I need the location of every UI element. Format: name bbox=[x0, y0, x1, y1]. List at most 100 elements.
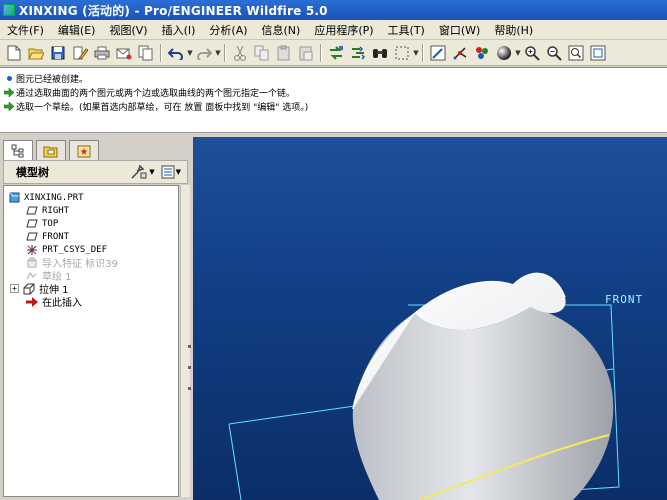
regenerate-manager-icon[interactable] bbox=[348, 43, 368, 63]
favorites-icon bbox=[77, 145, 91, 157]
model-tree-title: 模型树 bbox=[16, 166, 49, 179]
toolbar-separator bbox=[422, 43, 424, 62]
tree-item-label: FRONT bbox=[42, 231, 70, 242]
datum-label-front: FRONT bbox=[605, 293, 644, 306]
regenerate-icon[interactable] bbox=[326, 43, 346, 63]
zoom-out-icon[interactable] bbox=[544, 43, 564, 63]
graphics-window[interactable]: FRONT bbox=[193, 137, 667, 500]
send-icon[interactable] bbox=[114, 43, 134, 63]
print-icon[interactable] bbox=[92, 43, 112, 63]
message-area: 图元已经被创建。 通过选取曲面的两个图元或两个边或选取曲线的两个图元指定一个链。… bbox=[0, 67, 667, 133]
part-icon bbox=[8, 192, 20, 204]
show-icon[interactable] bbox=[161, 165, 175, 179]
tab-model-tree[interactable] bbox=[3, 140, 33, 160]
tree-item-import-feature[interactable]: 导入特征 标识39 bbox=[26, 256, 118, 270]
tab-favorites[interactable] bbox=[69, 140, 99, 160]
message-line: 选取一个草绘。(如果首选内部草绘，可在 放置 面板中找到 "编辑" 选项。) bbox=[4, 99, 663, 113]
model-tree: XINXING.PRT RIGHT TOP FRONT PRT_CSYS_DEF… bbox=[3, 185, 179, 497]
tree-item-top[interactable]: TOP bbox=[26, 217, 58, 230]
datum-plane-icon bbox=[26, 205, 38, 217]
paste-special-icon[interactable] bbox=[296, 43, 316, 63]
chevron-down-icon[interactable]: ▼ bbox=[413, 43, 419, 63]
csys-icon bbox=[26, 244, 38, 256]
toolbar-separator bbox=[320, 43, 322, 62]
menu-applications[interactable]: 应用程序(P) bbox=[307, 22, 380, 38]
new-icon[interactable] bbox=[4, 43, 24, 63]
model-tree-header-tools: ▼ ▼ bbox=[130, 164, 181, 180]
cut-icon[interactable] bbox=[230, 43, 250, 63]
chevron-down-icon[interactable]: ▼ bbox=[176, 168, 181, 176]
message-line: 通过选取曲面的两个图元或两个边或选取曲线的两个图元指定一个链。 bbox=[4, 85, 663, 99]
datum-plane-icon bbox=[26, 231, 38, 243]
menu-bar: 文件(F) 编辑(E) 视图(V) 插入(I) 分析(A) 信息(N) 应用程序… bbox=[0, 20, 667, 40]
copy-doc-icon[interactable] bbox=[136, 43, 156, 63]
insert-here-icon bbox=[26, 296, 38, 308]
tree-item-label: 在此插入 bbox=[42, 298, 82, 309]
message-line: 图元已经被创建。 bbox=[4, 71, 663, 85]
prompt-arrow-icon bbox=[4, 87, 14, 97]
info-dot-icon bbox=[4, 75, 14, 81]
chevron-down-icon[interactable]: ▼ bbox=[215, 43, 221, 63]
model-view bbox=[228, 272, 620, 500]
spin-center-icon[interactable] bbox=[450, 43, 470, 63]
chevron-down-icon[interactable]: ▼ bbox=[187, 43, 193, 63]
folder-icon bbox=[43, 146, 58, 157]
menu-view[interactable]: 视图(V) bbox=[102, 22, 154, 38]
menu-help[interactable]: 帮助(H) bbox=[487, 22, 540, 38]
shade-icon[interactable] bbox=[494, 43, 514, 63]
message-text: 通过选取曲面的两个图元或两个边或选取曲线的两个图元指定一个链。 bbox=[16, 88, 296, 99]
view-icon[interactable] bbox=[588, 43, 608, 63]
select-box-icon[interactable] bbox=[392, 43, 412, 63]
tree-item-label: XINXING.PRT bbox=[24, 192, 84, 203]
navigator-panel: 模型树 ▼ ▼ XINXING.PRT RIGHT TOP FRONT PRT_… bbox=[0, 137, 193, 500]
undo-icon[interactable] bbox=[166, 43, 186, 63]
toolbar-separator bbox=[224, 43, 226, 62]
paste-icon[interactable] bbox=[274, 43, 294, 63]
zoom-in-icon[interactable] bbox=[522, 43, 542, 63]
import-feature-icon bbox=[26, 257, 38, 269]
chevron-down-icon[interactable]: ▼ bbox=[149, 168, 154, 176]
settings-icon[interactable] bbox=[130, 164, 148, 180]
main-toolbar: ▼ ▼ ▼ ▼ bbox=[0, 40, 667, 66]
extrude-icon bbox=[23, 283, 35, 295]
tree-item-part[interactable]: XINXING.PRT bbox=[8, 191, 84, 204]
navigator-tabs bbox=[3, 140, 102, 160]
menu-analysis[interactable]: 分析(A) bbox=[202, 22, 254, 38]
redo-icon[interactable] bbox=[194, 43, 214, 63]
copy-icon[interactable] bbox=[252, 43, 272, 63]
panel-sash-handle[interactable] bbox=[187, 327, 192, 487]
tree-item-label: RIGHT bbox=[42, 205, 70, 216]
menu-info[interactable]: 信息(N) bbox=[255, 22, 308, 38]
edit-icon[interactable] bbox=[70, 43, 90, 63]
datum-plane-right bbox=[228, 423, 242, 500]
message-text: 图元已经被创建。 bbox=[16, 74, 89, 85]
chevron-down-icon[interactable]: ▼ bbox=[515, 43, 521, 63]
tree-item-right[interactable]: RIGHT bbox=[26, 204, 69, 217]
tree-item-insert-here[interactable]: 在此插入 bbox=[26, 295, 82, 309]
open-icon[interactable] bbox=[26, 43, 46, 63]
toolbar-separator bbox=[160, 43, 162, 62]
app-icon bbox=[3, 4, 15, 16]
menu-window[interactable]: 窗口(W) bbox=[432, 22, 487, 38]
menu-file[interactable]: 文件(F) bbox=[0, 22, 51, 38]
find-icon[interactable] bbox=[370, 43, 390, 63]
window-title: XINXING (活动的) - Pro/ENGINEER Wildfire 5.… bbox=[19, 3, 328, 18]
tree-item-front[interactable]: FRONT bbox=[26, 230, 69, 243]
model-tree-header: 模型树 ▼ ▼ bbox=[3, 160, 188, 184]
menu-tools[interactable]: 工具(T) bbox=[381, 22, 432, 38]
tree-item-label: TOP bbox=[42, 218, 59, 229]
model-tree-icon bbox=[11, 144, 24, 157]
menu-insert[interactable]: 插入(I) bbox=[155, 22, 203, 38]
datum-plane-icon bbox=[26, 218, 38, 230]
save-icon[interactable] bbox=[48, 43, 68, 63]
menu-edit[interactable]: 编辑(E) bbox=[51, 22, 103, 38]
tab-folder-browser[interactable] bbox=[36, 140, 66, 160]
message-text: 选取一个草绘。(如果首选内部草绘，可在 放置 面板中找到 "编辑" 选项。) bbox=[16, 102, 309, 113]
expand-icon[interactable]: + bbox=[10, 284, 19, 293]
orient-icon[interactable] bbox=[472, 43, 492, 63]
sketch-icon bbox=[26, 270, 38, 282]
prompt-arrow-icon bbox=[4, 101, 14, 111]
repaint-icon[interactable] bbox=[428, 43, 448, 63]
refit-icon[interactable] bbox=[566, 43, 586, 63]
title-bar: XINXING (活动的) - Pro/ENGINEER Wildfire 5.… bbox=[0, 0, 667, 20]
